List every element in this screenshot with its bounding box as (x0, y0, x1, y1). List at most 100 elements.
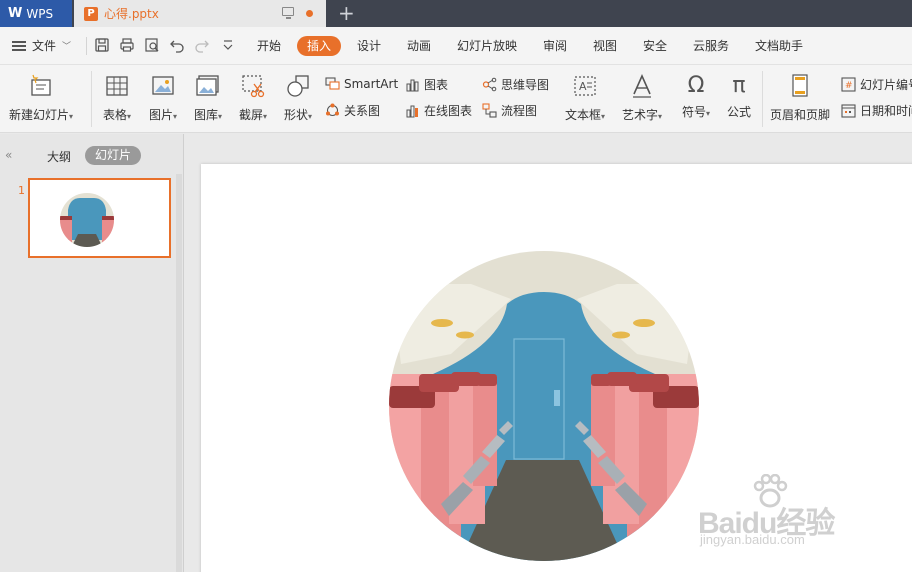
textbox-button[interactable]: A 文本框▾ (562, 73, 608, 123)
tab-slides[interactable]: 幻灯片 (85, 146, 141, 165)
hamburger-icon (12, 40, 26, 51)
divider (86, 37, 87, 55)
table-label: 表格 (102, 108, 127, 122)
shape-button[interactable]: 形状▾ (280, 73, 316, 123)
flowchart-icon (482, 103, 497, 118)
ribbon-toolbar: 新建幻灯片▾ 表格▾ 图片▾ 图库▾ 截屏▾ 形状▾ SmartArt 关系图 … (0, 65, 912, 133)
picture-label: 图片 (148, 108, 173, 122)
slide-thumbnail-image (60, 193, 114, 247)
menu-item-animation[interactable]: 动画 (407, 37, 431, 54)
redo-icon[interactable] (194, 37, 210, 53)
screenshot-button[interactable]: 截屏▾ (235, 73, 271, 123)
online-chart-icon (406, 105, 418, 118)
online-chart-button[interactable]: 在线图表 (405, 102, 472, 119)
print-preview-icon[interactable] (144, 37, 160, 53)
menu-item-slideshow[interactable]: 幻灯片放映 (457, 37, 517, 54)
slide-panel: « 大纲 幻灯片 1 (0, 134, 184, 572)
datetime-label: 日期和时间 (860, 104, 912, 118)
divider (762, 71, 763, 127)
online-chart-label: 在线图表 (424, 104, 473, 118)
formula-button[interactable]: π 公式 (721, 73, 757, 120)
new-slide-icon (31, 74, 51, 96)
slide-number-button[interactable]: # 幻灯片编号 (841, 76, 912, 93)
screenshot-label: 截屏 (238, 108, 263, 122)
menu-item-home[interactable]: 开始 (257, 37, 281, 54)
pi-formula-icon: π (732, 73, 746, 98)
print-icon[interactable] (119, 37, 135, 53)
document-tab[interactable]: P 心得.pptx (74, 0, 326, 27)
menu-bar: 文件 ﹀ 开始 插入 设计 动画 幻灯片放映 审阅 视图 安全 云服务 文档助手 (0, 27, 912, 65)
file-menu-button[interactable]: 文件 ﹀ (12, 37, 71, 54)
menu-item-doc-assistant[interactable]: 文档助手 (755, 37, 803, 54)
new-slide-label: 新建幻灯片 (8, 108, 69, 122)
mindmap-icon (482, 77, 497, 92)
calendar-icon (841, 104, 856, 118)
picture-icon (152, 76, 174, 95)
save-icon[interactable] (94, 37, 110, 53)
mindmap-button[interactable]: 思维导图 (482, 76, 549, 93)
divider (91, 71, 92, 127)
textbox-label: 文本框 (564, 108, 601, 122)
bar-chart-icon (406, 79, 419, 92)
relation-chart-button[interactable]: 关系图 (325, 102, 380, 119)
slide-number-icon: # (841, 77, 856, 92)
menu-item-security[interactable]: 安全 (643, 37, 667, 54)
symbol-button[interactable]: Ω 符号▾ (678, 73, 714, 120)
flowchart-button[interactable]: 流程图 (482, 102, 537, 119)
menu-item-cloud[interactable]: 云服务 (693, 37, 729, 54)
picture-button[interactable]: 图片▾ (145, 73, 181, 123)
smartart-button[interactable]: SmartArt (325, 76, 398, 91)
smartart-label: SmartArt (344, 76, 399, 91)
header-footer-icon (792, 74, 808, 97)
screenshot-scissors-icon (242, 75, 265, 98)
table-button[interactable]: 表格▾ (99, 73, 135, 123)
slide-thumbnail-number: 1 (18, 184, 25, 197)
header-footer-button[interactable]: 页眉和页脚 (769, 73, 831, 123)
wordart-label: 艺术字 (621, 108, 658, 122)
relation-chart-icon (326, 103, 339, 117)
chart-button[interactable]: 图表 (405, 76, 448, 93)
svg-text:A: A (579, 80, 587, 93)
wps-logo-icon: W (8, 6, 23, 21)
slide-number-label: 幻灯片编号 (860, 78, 912, 92)
table-icon (106, 76, 128, 96)
customize-quick-access-icon[interactable] (220, 37, 236, 53)
menu-item-design[interactable]: 设计 (357, 37, 381, 54)
wordart-icon (633, 74, 651, 98)
flowchart-label: 流程图 (501, 104, 538, 118)
menu-item-review[interactable]: 审阅 (543, 37, 567, 54)
tab-outline[interactable]: 大纲 (47, 148, 71, 165)
new-slide-button[interactable]: 新建幻灯片▾ (8, 73, 74, 123)
monitor-icon[interactable] (282, 7, 294, 19)
document-tab-label: 心得.pptx (104, 7, 159, 21)
shape-icon (287, 75, 309, 97)
watermark-url: jingyan.baidu.com (700, 532, 805, 547)
omega-symbol-icon: Ω (687, 73, 705, 98)
undo-icon[interactable] (169, 37, 185, 53)
formula-label: 公式 (726, 105, 751, 119)
wps-home-tab[interactable]: W WPS (0, 0, 72, 27)
header-footer-label: 页眉和页脚 (769, 108, 830, 122)
shape-label: 形状 (283, 108, 308, 122)
slide-panel-scrollbar[interactable] (176, 174, 182, 572)
chevron-down-icon: ﹀ (62, 42, 72, 52)
slide-thumbnail[interactable] (28, 178, 171, 258)
pptx-file-icon: P (84, 6, 98, 21)
menu-item-insert[interactable]: 插入 (297, 36, 341, 56)
menu-item-view[interactable]: 视图 (593, 37, 617, 54)
chart-label: 图表 (424, 78, 449, 92)
symbol-label: 符号 (681, 105, 706, 119)
unsaved-dot-icon[interactable] (306, 10, 313, 17)
textbox-icon: A (574, 76, 596, 96)
wordart-button[interactable]: 艺术字▾ (619, 73, 665, 123)
smartart-icon (325, 77, 340, 90)
gallery-icon (196, 75, 219, 96)
collapse-panel-icon[interactable]: « (5, 148, 12, 162)
mindmap-label: 思维导图 (501, 78, 550, 92)
new-tab-plus-icon[interactable]: + (338, 1, 355, 25)
gallery-label: 图库 (193, 108, 218, 122)
relation-chart-label: 关系图 (344, 104, 381, 118)
datetime-button[interactable]: 日期和时间 (841, 102, 912, 119)
gallery-button[interactable]: 图库▾ (190, 73, 226, 123)
baidu-jingyan-watermark: Baidu经验 jingyan.baidu.com (698, 472, 868, 552)
